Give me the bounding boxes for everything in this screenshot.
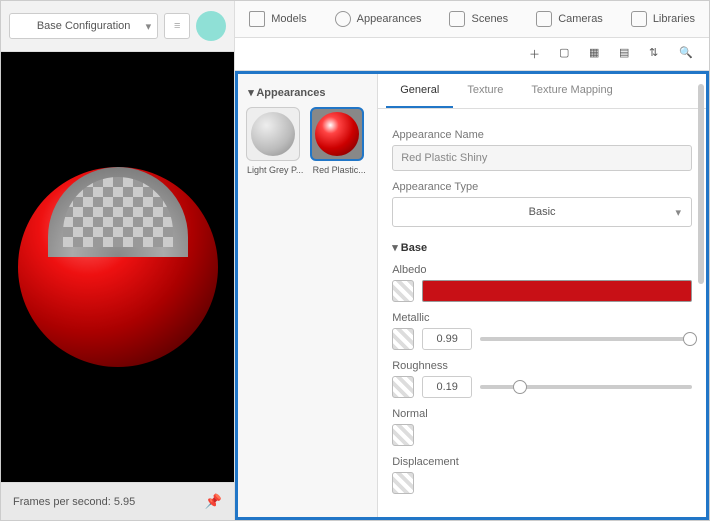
tab-appearances[interactable]: Appearances <box>321 1 436 37</box>
appearance-list: ▾ Appearances Light Grey P... Red Plasti… <box>238 74 378 517</box>
ptab-general[interactable]: General <box>386 74 453 108</box>
pin-icon[interactable]: 📌 <box>205 493 222 510</box>
thumb-row: Light Grey P... Red Plastic... <box>246 107 369 175</box>
tab-models-label: Models <box>271 13 306 25</box>
row-normal: Normal <box>392 408 692 446</box>
roughness-input[interactable] <box>422 376 472 398</box>
config-bar: Base Configuration ≡ <box>1 1 234 52</box>
appearance-item-label: Light Grey P... <box>246 165 304 175</box>
grid-large-icon[interactable]: ▦ <box>589 46 605 62</box>
type-select[interactable]: Basic <box>392 197 692 227</box>
tab-libraries[interactable]: Libraries <box>617 1 709 37</box>
viewport[interactable] <box>1 52 234 482</box>
tab-cameras-label: Cameras <box>558 13 603 25</box>
roughness-slider[interactable] <box>480 385 692 389</box>
albedo-label: Albedo <box>392 264 692 276</box>
displacement-map-button[interactable] <box>392 472 414 494</box>
slider-knob[interactable] <box>683 332 697 346</box>
left-panel: Base Configuration ≡ Frames per second: … <box>1 1 235 520</box>
appearance-item-grey[interactable]: Light Grey P... <box>246 107 304 175</box>
displacement-label: Displacement <box>392 456 692 468</box>
add-icon[interactable]: ＋ <box>529 46 545 62</box>
prop-tabs: General Texture Texture Mapping <box>378 74 706 109</box>
red-orb-icon <box>315 112 359 156</box>
metallic-label: Metallic <box>392 312 692 324</box>
library-icon <box>631 11 647 27</box>
normal-map-button[interactable] <box>392 424 414 446</box>
toolbar: ＋ ▢ ▦ ▤ ⇅ 🔍 <box>235 38 709 71</box>
group-base-header[interactable]: Base <box>392 241 692 254</box>
albedo-color[interactable] <box>422 280 692 302</box>
tab-appearances-label: Appearances <box>357 13 422 25</box>
app-root: Base Configuration ≡ Frames per second: … <box>0 0 710 521</box>
scene-icon <box>449 11 465 27</box>
roughness-map-button[interactable] <box>392 376 414 398</box>
fps-label: Frames per second: 5.95 <box>13 496 135 508</box>
page-icon[interactable]: ▢ <box>559 46 575 62</box>
right-panel: Models Appearances Scenes Cameras Librar… <box>235 1 709 520</box>
nav-tabs: Models Appearances Scenes Cameras Librar… <box>235 1 709 38</box>
ptab-texture[interactable]: Texture <box>453 74 517 108</box>
row-roughness: Roughness <box>392 360 692 398</box>
color-swatch[interactable] <box>196 11 226 41</box>
normal-label: Normal <box>392 408 692 420</box>
type-label: Appearance Type <box>392 181 692 193</box>
appearance-item-label: Red Plastic... <box>310 165 368 175</box>
type-value: Basic <box>529 206 556 218</box>
slider-knob[interactable] <box>513 380 527 394</box>
config-select[interactable]: Base Configuration <box>9 13 158 39</box>
sort-icon[interactable]: ⇅ <box>649 46 665 62</box>
config-label: Base Configuration <box>37 20 131 32</box>
tab-cameras[interactable]: Cameras <box>522 1 617 37</box>
name-input[interactable] <box>392 145 692 171</box>
search-icon[interactable]: 🔍 <box>679 46 695 62</box>
properties: General Texture Texture Mapping Appearan… <box>378 74 706 517</box>
tab-scenes[interactable]: Scenes <box>435 1 522 37</box>
cube-icon <box>249 11 265 27</box>
group-base: Base Albedo Metallic <box>392 241 692 494</box>
grid-small-icon[interactable]: ▤ <box>619 46 635 62</box>
tab-libraries-label: Libraries <box>653 13 695 25</box>
scrollbar[interactable] <box>698 84 704 284</box>
appearance-pane: ▾ Appearances Light Grey P... Red Plasti… <box>235 71 709 520</box>
preview-sphere <box>18 167 218 367</box>
camera-icon <box>536 11 552 27</box>
row-metallic: Metallic <box>392 312 692 350</box>
tab-models[interactable]: Models <box>235 1 320 37</box>
list-header-label: Appearances <box>256 87 325 99</box>
config-list-icon[interactable]: ≡ <box>164 13 190 39</box>
appearance-icon <box>335 11 351 27</box>
metallic-input[interactable] <box>422 328 472 350</box>
tab-scenes-label: Scenes <box>471 13 508 25</box>
roughness-label: Roughness <box>392 360 692 372</box>
ptab-mapping[interactable]: Texture Mapping <box>517 74 626 108</box>
metallic-slider[interactable] <box>480 337 692 341</box>
grey-orb-icon <box>251 112 295 156</box>
name-label: Appearance Name <box>392 129 692 141</box>
row-displacement: Displacement <box>392 456 692 494</box>
row-albedo: Albedo <box>392 264 692 302</box>
appearance-item-red[interactable]: Red Plastic... <box>310 107 368 175</box>
prop-form: Appearance Name Appearance Type Basic Ba… <box>378 109 706 504</box>
metallic-map-button[interactable] <box>392 328 414 350</box>
list-header[interactable]: ▾ Appearances <box>246 82 369 107</box>
albedo-map-button[interactable] <box>392 280 414 302</box>
left-footer: Frames per second: 5.95 📌 <box>1 482 234 520</box>
